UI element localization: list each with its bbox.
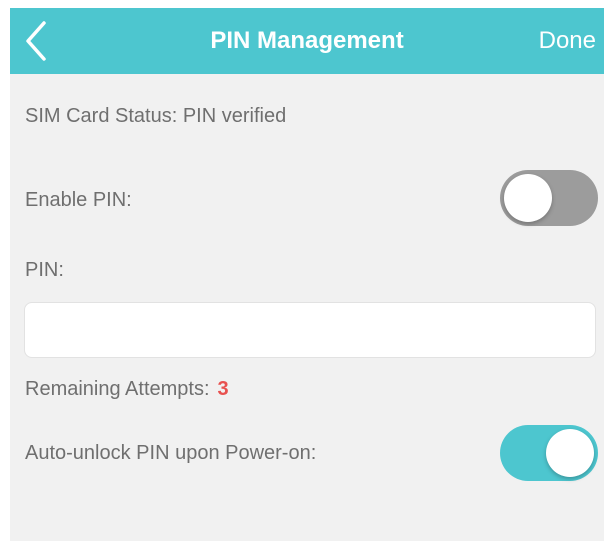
pin-input[interactable] [24, 302, 596, 358]
enable-pin-label: Enable PIN: [25, 189, 132, 211]
header-bar: PIN Management Done [10, 8, 604, 74]
remaining-attempts-label: Remaining Attempts: [25, 378, 210, 400]
page-title: PIN Management [210, 27, 404, 54]
toggle-knob [546, 429, 594, 477]
pin-label: PIN: [25, 259, 64, 281]
auto-unlock-label: Auto-unlock PIN upon Power-on: [25, 442, 317, 464]
done-button[interactable]: Done [539, 8, 596, 74]
remaining-attempts: Remaining Attempts: 3 [25, 377, 229, 401]
pin-management-screen: PIN Management Done SIM Card Status: PIN… [10, 8, 604, 541]
sim-card-status: SIM Card Status: PIN verified [25, 105, 287, 127]
enable-pin-toggle[interactable] [500, 170, 598, 226]
auto-unlock-toggle[interactable] [500, 425, 598, 481]
toggle-knob [504, 174, 552, 222]
remaining-attempts-count: 3 [217, 378, 229, 400]
